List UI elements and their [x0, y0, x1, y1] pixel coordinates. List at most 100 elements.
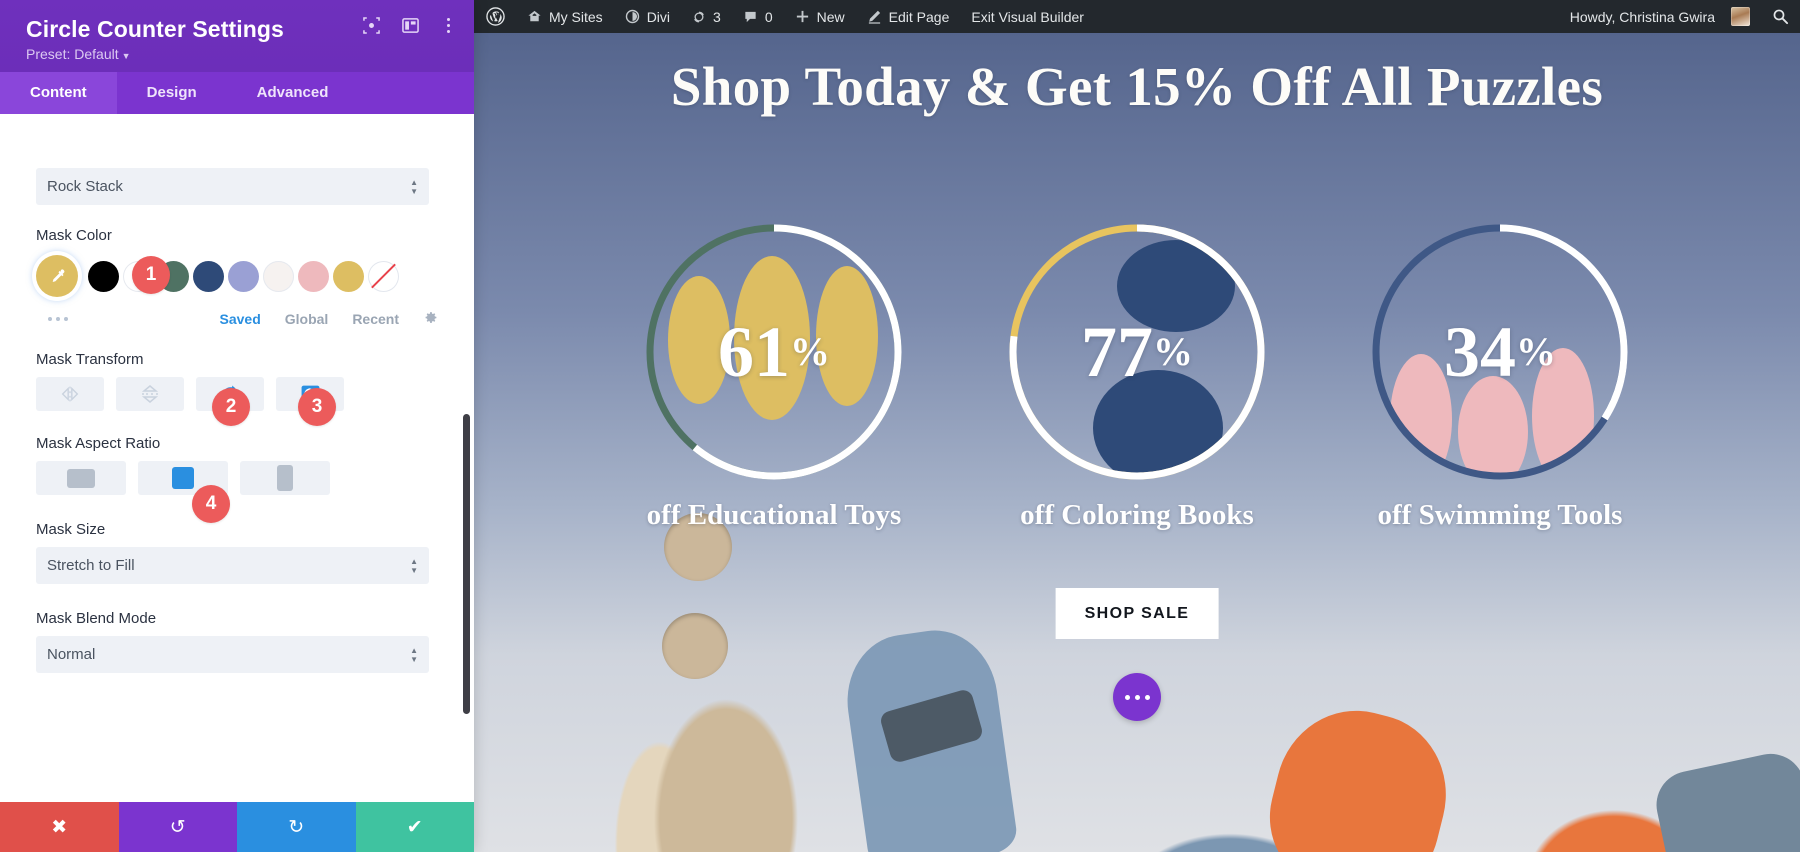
redo-button[interactable]: ↻	[237, 802, 356, 852]
ellipsis-icon[interactable]	[48, 317, 68, 321]
preset-label: Preset: Default	[26, 46, 119, 62]
undo-button[interactable]: ↺	[118, 802, 237, 852]
counter-number: 34	[1444, 312, 1516, 392]
settings-panel-footer: ✖ ↺ ↻ ✔	[0, 802, 474, 852]
flip-horizontal-icon[interactable]	[36, 377, 104, 411]
swatch-navy[interactable]	[193, 260, 224, 292]
flip-vertical-icon[interactable]	[116, 377, 184, 411]
layout-columns-icon[interactable]	[402, 17, 419, 34]
settings-panel-body: Rock Stack ▲ ▼ Mask Color Saved Global R…	[0, 114, 474, 802]
mask-aspect-ratio-options	[36, 461, 438, 495]
field-mask-blend-mode: Mask Blend Mode Normal ▲ ▼	[36, 610, 438, 673]
save-button[interactable]: ✔	[355, 802, 474, 852]
tab-design[interactable]: Design	[117, 72, 227, 114]
swatch-off-white[interactable]	[263, 260, 294, 292]
circle-counter-3[interactable]: 34% off Swimming Tools	[1358, 221, 1643, 532]
mask-size-label: Mask Size	[36, 521, 106, 538]
callout-badge-1: 1	[132, 256, 170, 294]
wordpress-admin-bar: My Sites Divi 3 0 New Edit Page Exit Vis…	[474, 0, 1800, 33]
mask-size-select[interactable]: Stretch to Fill ▲ ▼	[36, 547, 429, 584]
swatch-periwinkle[interactable]	[228, 260, 259, 292]
admin-bar-howdy[interactable]: Howdy, Christina Gwira	[1558, 0, 1761, 33]
admin-bar-item-exit-visual-builder[interactable]: Exit Visual Builder	[960, 0, 1095, 33]
settings-header-actions	[363, 16, 456, 35]
field-mask-aspect-ratio: Mask Aspect Ratio	[36, 435, 438, 495]
search-icon[interactable]	[1761, 0, 1800, 33]
mask-blend-mode-select[interactable]: Normal ▲ ▼	[36, 636, 429, 673]
palette-meta-row: Saved Global Recent	[36, 309, 438, 329]
callout-badge-4: 4	[192, 485, 230, 523]
mask-aspect-ratio-label: Mask Aspect Ratio	[36, 435, 161, 452]
swatch-custom-eyedropper[interactable]	[36, 255, 78, 297]
circle-counter-value-2: 77%	[1006, 221, 1268, 483]
wp-logo-icon[interactable]	[474, 0, 516, 33]
palette-tab-saved[interactable]: Saved	[220, 311, 261, 327]
mask-shape-value: Rock Stack	[47, 178, 123, 195]
shop-sale-button[interactable]: SHOP SALE	[1055, 588, 1219, 639]
kebab-menu-icon[interactable]	[441, 16, 456, 35]
admin-bar-item-new[interactable]: New	[784, 0, 856, 33]
callout-badge-3: 3	[298, 388, 336, 426]
circle-counter-ring-1: 61%	[643, 221, 905, 483]
admin-bar-item-comments[interactable]: 0	[732, 0, 784, 33]
counter-number: 77	[1081, 312, 1153, 392]
mask-color-label: Mask Color	[36, 227, 112, 244]
callout-badge-2: 2	[212, 388, 250, 426]
admin-bar-label-divi: Divi	[646, 8, 671, 25]
tab-content[interactable]: Content	[0, 72, 117, 114]
mask-blend-mode-value: Normal	[47, 646, 96, 663]
dot	[1134, 694, 1140, 700]
field-mask-size: Mask Size Stretch to Fill ▲ ▼	[36, 521, 438, 584]
discard-button[interactable]: ✖	[0, 802, 119, 852]
select-spinner-icon: ▲ ▼	[410, 645, 418, 664]
mask-color-swatches	[36, 255, 438, 297]
circle-counter-ring-2: 77%	[1006, 221, 1268, 483]
circle-counter-ring-3: 34%	[1369, 221, 1631, 483]
palette-tabs: Saved Global Recent	[220, 310, 439, 329]
admin-bar-item-my-sites[interactable]: My Sites	[516, 0, 614, 33]
counter-percent: %	[1516, 329, 1556, 374]
mask-shape-select[interactable]: Rock Stack ▲ ▼	[36, 168, 429, 205]
circle-counter-label-1: off Educational Toys	[646, 499, 902, 531]
circle-counter-value-3: 34%	[1369, 221, 1631, 483]
swatch-black[interactable]	[88, 260, 119, 292]
chevron-down-icon: ▼	[121, 51, 131, 61]
swatch-gold[interactable]	[333, 260, 364, 292]
admin-bar-label-my-sites: My Sites	[549, 8, 603, 25]
settings-tabs: Content Design Advanced	[0, 72, 474, 114]
circle-counter-1[interactable]: 61% off Educational Toys	[632, 221, 917, 532]
select-spinner-icon: ▲ ▼	[410, 177, 418, 196]
admin-bar-right-group: Howdy, Christina Gwira	[1558, 0, 1800, 33]
focus-target-icon[interactable]	[363, 17, 380, 34]
dot	[1124, 694, 1130, 700]
landscape-rect-icon	[67, 468, 95, 488]
divi-visual-builder-screen: My Sites Divi 3 0 New Edit Page Exit Vis…	[0, 0, 1800, 852]
select-spinner-icon: ▲ ▼	[410, 556, 418, 575]
preset-selector[interactable]: Preset: Default ▼	[26, 46, 452, 64]
tab-advanced[interactable]: Advanced	[227, 72, 359, 114]
admin-bar-label-comments: 0	[764, 8, 773, 25]
circle-counter-label-3: off Swimming Tools	[1377, 499, 1623, 531]
counter-number: 61	[718, 312, 790, 392]
aspect-ratio-landscape[interactable]	[36, 461, 126, 495]
swatch-pink[interactable]	[298, 260, 329, 292]
admin-bar-item-edit-page[interactable]: Edit Page	[856, 0, 961, 33]
admin-bar-item-divi[interactable]: Divi	[614, 0, 681, 33]
module-settings-dots-button[interactable]	[1113, 673, 1161, 721]
counter-percent: %	[1153, 329, 1193, 374]
palette-tab-global[interactable]: Global	[285, 311, 329, 327]
dot	[1144, 694, 1150, 700]
admin-bar-item-updates[interactable]: 3	[681, 0, 732, 33]
square-rect-icon	[172, 467, 194, 489]
swatch-none[interactable]	[368, 260, 399, 292]
page-preview-canvas: Shop Today & Get 15% Off All Puzzles 61 …	[474, 33, 1800, 852]
palette-tab-recent[interactable]: Recent	[352, 311, 399, 327]
circle-counter-2[interactable]: 77% off Coloring Books	[995, 221, 1280, 532]
circle-counter-row: 61% off Educational Toys 77 % off Colori…	[474, 221, 1800, 532]
gear-icon[interactable]	[423, 310, 438, 329]
panel-scrollbar-thumb[interactable]	[463, 414, 470, 714]
portrait-rect-icon	[277, 465, 293, 491]
aspect-ratio-portrait[interactable]	[240, 461, 330, 495]
photo-hole-2	[662, 613, 728, 679]
avatar	[1731, 7, 1750, 26]
